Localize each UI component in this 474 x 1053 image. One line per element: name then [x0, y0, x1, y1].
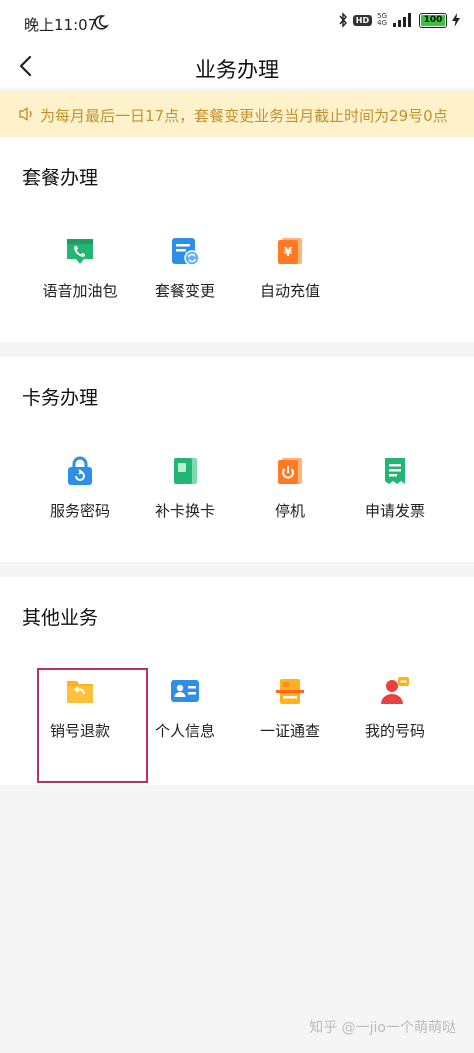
charging-icon	[452, 13, 460, 27]
tile-service-password[interactable]: 服务密码	[25, 455, 135, 535]
tile-label: 个人信息	[154, 722, 215, 740]
notice-text: 为每月最后一日17点，套餐变更业务当月截止时间为29号0点	[40, 107, 448, 125]
section-title: 套餐办理	[22, 167, 99, 189]
phone-chat-icon	[67, 239, 93, 264]
scan-card-icon	[276, 679, 304, 704]
tile-auto-recharge[interactable]: ¥ 自动充值	[235, 235, 345, 315]
tile-suspend[interactable]: 停机	[235, 455, 345, 535]
lock-icon	[68, 456, 92, 485]
tile-label: 一证通查	[259, 722, 320, 740]
status-icons: HD 5G 4G 100	[338, 12, 460, 28]
status-bar: 晚上11:07 HD 5G 4G 100	[0, 0, 474, 44]
tile-voice-pack[interactable]: 语音加油包	[25, 235, 135, 315]
notice-banner: 为每月最后一日17点，套餐变更业务当月截止时间为29号0点	[0, 91, 474, 137]
watermark-text: 知乎 @一jio一个萌萌哒	[309, 1020, 456, 1036]
tile-label: 自动充值	[259, 282, 320, 300]
status-time: 晚上11:07	[24, 16, 98, 34]
tile-label: 补卡换卡	[154, 502, 215, 520]
battery-icon: 100	[419, 12, 447, 28]
id-card-icon	[171, 680, 199, 702]
tile-invoice[interactable]: 申请发票	[340, 455, 450, 535]
power-card-icon	[278, 458, 302, 484]
sim-card-icon	[174, 458, 197, 484]
network-4g-label: 4G	[377, 19, 387, 27]
section-other: 其他业务 销号退款 个人信息 一证通查 我的号码	[0, 577, 474, 785]
user-number-icon	[381, 677, 409, 704]
tile-label: 申请发票	[364, 502, 425, 520]
plan-change-icon	[172, 238, 200, 266]
tile-label: 语音加油包	[42, 282, 118, 300]
signal-icon	[393, 13, 411, 27]
battery-level: 100	[423, 14, 443, 25]
bluetooth-icon	[339, 12, 347, 28]
tile-plan-change[interactable]: 套餐变更	[130, 235, 240, 315]
section-title: 其他业务	[22, 607, 99, 629]
svg-text:¥: ¥	[284, 245, 293, 259]
tile-label: 我的号码	[364, 722, 425, 740]
tile-replace-sim[interactable]: 补卡换卡	[130, 455, 240, 535]
section-card: 卡务办理 服务密码 补卡换卡 停机 申请发票	[0, 357, 474, 562]
tile-my-number[interactable]: 我的号码	[340, 675, 450, 755]
hd-badge: HD	[352, 14, 373, 26]
network-type: 5G 4G	[377, 13, 387, 27]
section-plan: 套餐办理 语音加油包 套餐变更 ¥ 自动充值	[0, 137, 474, 342]
speaker-icon	[19, 107, 32, 121]
refund-folder-icon	[67, 681, 93, 703]
section-title: 卡务办理	[22, 387, 99, 409]
tile-cancel-refund[interactable]: 销号退款	[25, 675, 135, 755]
receipt-icon	[385, 458, 405, 484]
tile-id-check[interactable]: 一证通查	[235, 675, 345, 755]
nav-bar: 业务办理	[0, 44, 474, 88]
page-title: 业务办理	[195, 58, 279, 82]
yuan-card-icon: ¥	[278, 238, 302, 264]
moon-icon	[94, 15, 109, 30]
tile-label: 停机	[274, 502, 305, 520]
tile-label: 服务密码	[49, 502, 110, 520]
tile-personal-info[interactable]: 个人信息	[130, 675, 240, 755]
tile-label: 销号退款	[49, 722, 110, 740]
tile-label: 套餐变更	[154, 282, 215, 300]
